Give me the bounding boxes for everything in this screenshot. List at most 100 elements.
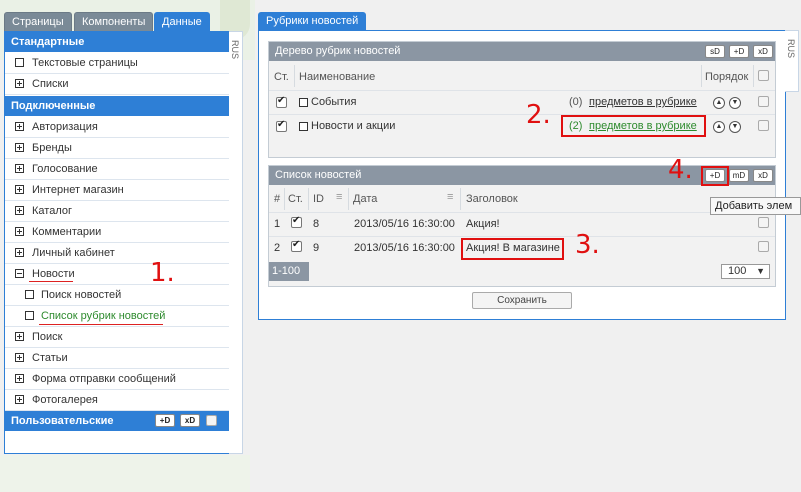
move-up-icon[interactable]: ▲ [713, 121, 725, 133]
move-up-icon[interactable]: ▲ [713, 97, 725, 109]
expand-icon[interactable] [15, 164, 24, 173]
add-rubric-button[interactable]: +D [729, 45, 749, 58]
expand-icon[interactable] [15, 206, 24, 215]
delete-news-button[interactable]: xD [753, 169, 773, 182]
status-checkbox[interactable] [276, 95, 287, 108]
col-title: Заголовок [466, 193, 518, 205]
sidebar-item-shop[interactable]: Интернет магазин [5, 180, 229, 201]
rubric-tree-title: Дерево рубрик новостей [275, 45, 401, 57]
page-range: 1-100 [269, 262, 309, 281]
expand-icon[interactable] [15, 79, 24, 88]
news-list-title: Список новостей [275, 169, 362, 181]
add-sub-button[interactable]: sD [705, 45, 725, 58]
expand-icon[interactable] [15, 332, 24, 341]
news-list-header: Список новостей +D mD xD [269, 166, 775, 185]
col-id: ID [313, 193, 324, 205]
annotation-underline [29, 281, 73, 282]
select-all-checkbox[interactable] [206, 415, 217, 426]
annotation-box [461, 238, 564, 260]
move-down-icon[interactable]: ▼ [729, 121, 741, 133]
column-divider [701, 65, 702, 87]
sidebar-item-label: Текстовые страницы [32, 57, 138, 69]
items-link[interactable]: предметов в рубрике [589, 96, 697, 108]
delete-rubric-button[interactable]: xD [753, 45, 773, 58]
column-divider [294, 65, 295, 87]
rubric-tree-header: Дерево рубрик новостей sD +D xD [269, 42, 775, 61]
tab-components[interactable]: Компоненты [74, 12, 154, 31]
move-news-button[interactable]: mD [729, 169, 749, 182]
expand-icon[interactable] [15, 353, 24, 362]
sidebar-item-catalog[interactable]: Каталог [5, 201, 229, 222]
column-menu-icon[interactable]: ≡ [447, 191, 453, 203]
column-divider [348, 188, 349, 210]
column-divider [284, 188, 285, 210]
expand-icon[interactable] [15, 143, 24, 152]
move-down-icon[interactable]: ▼ [729, 97, 741, 109]
row-select-checkbox[interactable] [758, 96, 769, 107]
sidebar-item-text-pages[interactable]: Текстовые страницы [5, 53, 229, 74]
row-title[interactable]: Акция! [466, 218, 500, 230]
sidebar-item-lists[interactable]: Списки [5, 74, 229, 95]
sidebar-item-label: Авторизация [32, 121, 98, 133]
item-count: (0) [569, 96, 583, 108]
status-checkbox[interactable] [291, 215, 302, 228]
tab-data[interactable]: Данные [154, 12, 210, 31]
sidebar-item-news-rubrics[interactable]: Список рубрик новостей [5, 306, 229, 327]
status-checkbox[interactable] [276, 119, 287, 132]
language-side-tab[interactable]: RUS [785, 30, 799, 92]
table-row[interactable]: События (0) предметов в рубрике ▲ ▼ [269, 90, 775, 114]
sidebar-item-account[interactable]: Личный кабинет [5, 243, 229, 264]
sidebar-item-label: Списки [32, 78, 69, 90]
table-row[interactable]: 1 8 2013/05/16 16:30:00 Акция! [269, 212, 775, 236]
sidebar-item-label: Бренды [32, 142, 72, 154]
save-button[interactable]: Сохранить [472, 292, 572, 309]
tab-news-rubrics[interactable]: Рубрики новостей [258, 12, 367, 30]
select-all-checkbox[interactable] [758, 70, 769, 81]
expand-icon[interactable] [15, 395, 24, 404]
row-select-checkbox[interactable] [758, 241, 769, 252]
column-divider [753, 65, 754, 87]
annotation-2: 2. [526, 100, 551, 130]
row-date: 2013/05/16 16:30:00 [354, 242, 455, 254]
sidebar-item-auth[interactable]: Авторизация [5, 117, 229, 138]
annotation-underline [39, 324, 163, 325]
sidebar-item-comments[interactable]: Комментарии [5, 222, 229, 243]
column-menu-icon[interactable]: ≡ [336, 191, 342, 203]
left-panel: Стандартные Текстовые страницы Списки По… [4, 31, 230, 454]
tab-pages[interactable]: Страницы [4, 12, 72, 31]
sidebar-item-voting[interactable]: Голосование [5, 159, 229, 180]
sidebar-item-search[interactable]: Поиск [5, 327, 229, 348]
section-standard: Стандартные [5, 32, 229, 52]
status-checkbox[interactable] [291, 239, 302, 252]
sidebar-item-label: Фотогалерея [32, 394, 98, 406]
page-icon [25, 290, 34, 299]
sidebar-item-gallery[interactable]: Фотогалерея [5, 390, 229, 411]
expand-icon[interactable] [15, 374, 24, 383]
sidebar-item-news[interactable]: Новости [5, 264, 229, 285]
sidebar-item-label: Статьи [32, 352, 68, 364]
expand-icon[interactable] [15, 248, 24, 257]
sidebar-item-label: Каталог [32, 205, 72, 217]
language-label: RUS [230, 40, 240, 60]
row-select-checkbox[interactable] [758, 120, 769, 131]
delete-custom-button[interactable]: xD [180, 414, 200, 427]
row-select-checkbox[interactable] [758, 217, 769, 228]
sidebar-item-label: Личный кабинет [32, 247, 115, 259]
rubric-name[interactable]: События [311, 96, 356, 108]
expand-icon[interactable] [15, 227, 24, 236]
add-custom-button[interactable]: +D [155, 414, 175, 427]
sidebar-item-feedback-form[interactable]: Форма отправки сообщений [5, 369, 229, 390]
rubric-name[interactable]: Новости и акции [311, 120, 395, 132]
expand-icon[interactable] [15, 122, 24, 131]
sidebar-item-news-search[interactable]: Поиск новостей [5, 285, 229, 306]
folder-icon [299, 122, 308, 131]
per-page-select[interactable]: 100 ▼ [721, 264, 770, 279]
sidebar-item-articles[interactable]: Статьи [5, 348, 229, 369]
col-name: Наименование [299, 71, 376, 83]
language-side-tab[interactable]: RUS [229, 31, 243, 454]
chevron-down-icon: ▼ [756, 266, 765, 276]
sidebar-item-brands[interactable]: Бренды [5, 138, 229, 159]
expand-icon[interactable] [15, 185, 24, 194]
annotation-4: 4. [668, 155, 693, 185]
collapse-icon[interactable] [15, 269, 24, 278]
